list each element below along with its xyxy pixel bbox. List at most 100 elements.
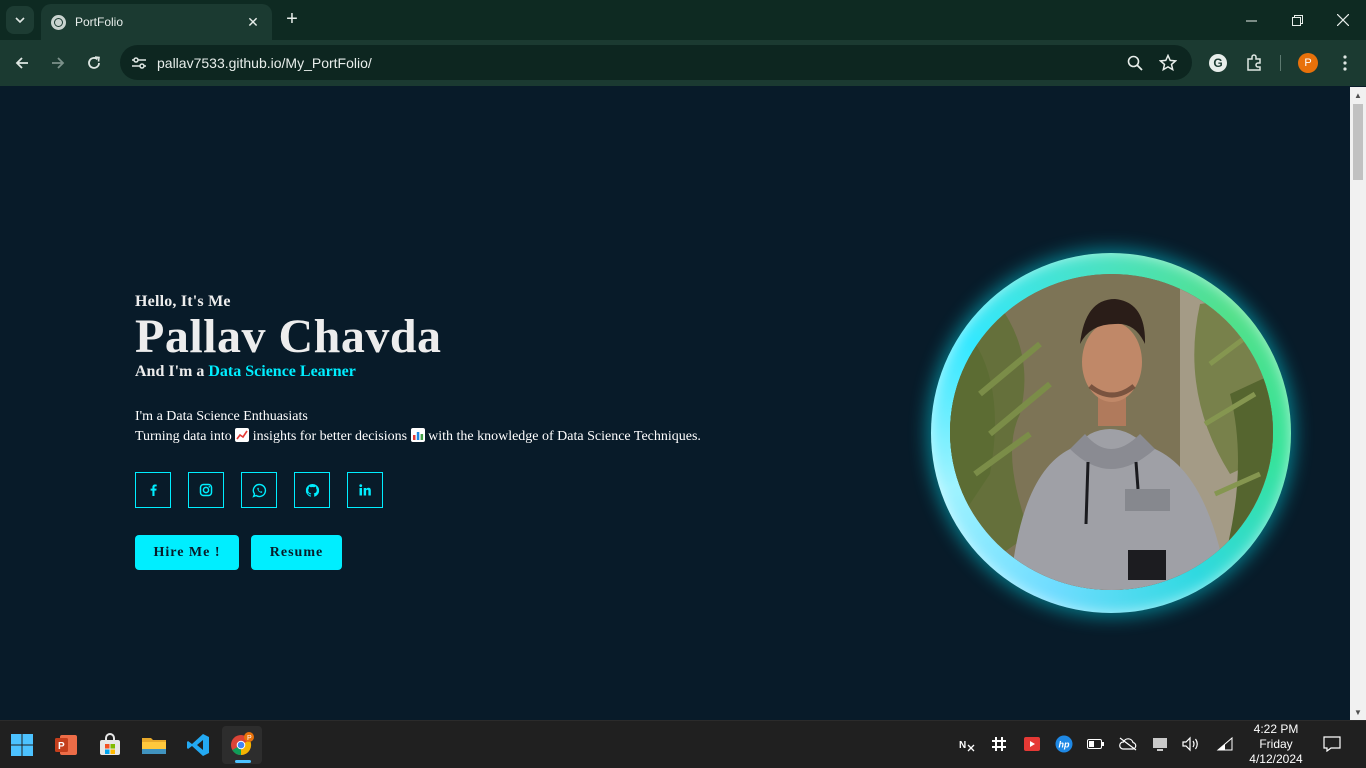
whatsapp-link[interactable] [241,472,277,508]
facebook-icon [150,484,157,496]
description-line-1: I'm a Data Science Enthuasiats [135,409,308,424]
powerpoint-app[interactable]: P [46,726,86,764]
grammarly-icon[interactable]: G [1209,54,1227,72]
scroll-down-icon[interactable]: ▼ [1350,704,1366,720]
tab-close-icon[interactable]: ✕ [244,14,262,31]
github-icon [305,483,319,497]
active-app-indicator [235,760,251,763]
description-part-c: with the knowledge of Data Science Techn… [424,429,701,444]
bookmark-star-icon[interactable] [1158,53,1178,73]
clock-day: Friday [1259,737,1293,751]
description-part-a: Turning data into [135,429,236,444]
volume-tray-icon[interactable] [1182,735,1200,753]
clock-time: 4:22 PM [1253,722,1299,736]
url-host: pallav7533.github.io [157,54,282,71]
url-path: /My_PortFolio/ [281,54,372,71]
site-info-icon[interactable] [129,53,149,73]
resume-button[interactable]: Resume [251,535,342,570]
onenote-tray-icon[interactable]: N [958,735,976,753]
url-text: pallav7533.github.io/My_PortFolio/ [157,55,372,71]
linkedin-link[interactable] [347,472,383,508]
tab-search-button[interactable] [6,6,34,34]
browser-tabstrip: PortFolio ✕ + [0,0,1366,40]
bar-chart-emoji-icon [410,428,425,442]
extensions-icon[interactable] [1243,52,1265,74]
new-tab-button[interactable]: + [282,9,302,29]
slack-tray-icon[interactable] [990,735,1008,753]
linkedin-icon [359,484,371,496]
facebook-link[interactable] [135,472,171,508]
tab-title: PortFolio [75,15,124,29]
hero-section: Hello, It's Me Pallav Chavda And I'm a D… [135,293,701,570]
taskbar: P P N hp 4:22 PM Friday 4/12/2024 [0,720,1366,768]
notification-icon [1323,736,1341,752]
github-link[interactable] [294,472,330,508]
powerpoint-icon: P [55,735,77,755]
zoom-icon[interactable] [1125,53,1145,73]
screen-recorder-tray-icon[interactable] [1023,735,1041,753]
description-line-2: Turning data into insights for better de… [135,427,701,447]
close-icon [1337,14,1349,26]
display-tray-icon[interactable] [1151,735,1169,753]
page-scrollbar[interactable]: ▲ ▼ [1350,87,1366,720]
clock-date: 4/12/2024 [1249,752,1303,766]
role-highlight: Data Science Learner [208,363,356,380]
close-window-button[interactable] [1320,0,1366,40]
instagram-icon [199,483,213,497]
svg-text:P: P [247,735,252,742]
social-links [135,472,701,508]
back-button[interactable] [9,50,35,76]
address-bar[interactable]: pallav7533.github.io/My_PortFolio/ [120,45,1192,80]
chrome-app[interactable]: P [222,726,262,764]
globe-icon [51,14,66,30]
role-line: And I'm a Data Science Learner [135,363,701,381]
profile-avatar[interactable]: P [1298,53,1318,73]
hero-name: Pallav Chavda [135,310,442,363]
minimize-icon [1245,20,1257,21]
hero-description: I'm a Data Science Enthuasiats Turning d… [135,407,701,447]
arrow-left-icon [15,57,28,69]
toolbar-divider [1280,55,1281,71]
hire-me-button[interactable]: Hire Me ! [135,535,239,570]
hp-tray-icon[interactable]: hp [1055,735,1073,753]
wifi-tray-icon[interactable] [1216,735,1234,753]
reload-button[interactable] [81,50,107,76]
taskbar-clock[interactable]: 4:22 PM Friday 4/12/2024 [1238,722,1314,767]
cta-buttons: Hire Me ! Resume [135,535,701,570]
reload-icon [88,56,100,69]
kebab-menu-icon[interactable] [1334,52,1356,74]
windows-start-icon [11,734,33,756]
restore-icon [1291,14,1303,26]
profile-photo-frame [931,253,1291,613]
minimize-button[interactable] [1228,0,1274,40]
description-part-b: insights for better decisions [249,429,411,444]
svg-text:P: P [58,741,65,752]
browser-toolbar: pallav7533.github.io/My_PortFolio/ G P [0,40,1366,86]
restore-button[interactable] [1274,0,1320,40]
active-tab[interactable]: PortFolio ✕ [41,4,272,40]
scrollbar-thumb[interactable] [1353,104,1363,180]
chevron-down-icon [15,17,25,24]
store-icon [100,733,120,755]
instagram-link[interactable] [188,472,224,508]
vscode-icon [187,734,209,756]
battery-tray-icon[interactable] [1087,735,1105,753]
greeting: Hello, It's Me [135,293,231,310]
portfolio-page: Hello, It's Me Pallav Chavda And I'm a D… [0,87,1350,720]
svg-text:N: N [959,740,966,751]
whatsapp-icon [251,483,266,498]
file-explorer-icon [142,738,166,754]
start-button[interactable] [2,726,42,764]
chart-up-emoji-icon [235,428,250,442]
arrow-right-icon [52,57,65,69]
store-app[interactable] [90,726,130,764]
cloud-offline-tray-icon[interactable] [1119,735,1137,753]
scroll-up-icon[interactable]: ▲ [1350,87,1366,103]
notification-center-button[interactable] [1322,735,1342,753]
file-explorer-app[interactable] [134,726,174,764]
chrome-icon: P [231,732,254,756]
profile-photo [950,274,1273,590]
role-prefix: And I'm a [135,363,209,380]
vscode-app[interactable] [178,726,218,764]
forward-button[interactable] [45,50,71,76]
